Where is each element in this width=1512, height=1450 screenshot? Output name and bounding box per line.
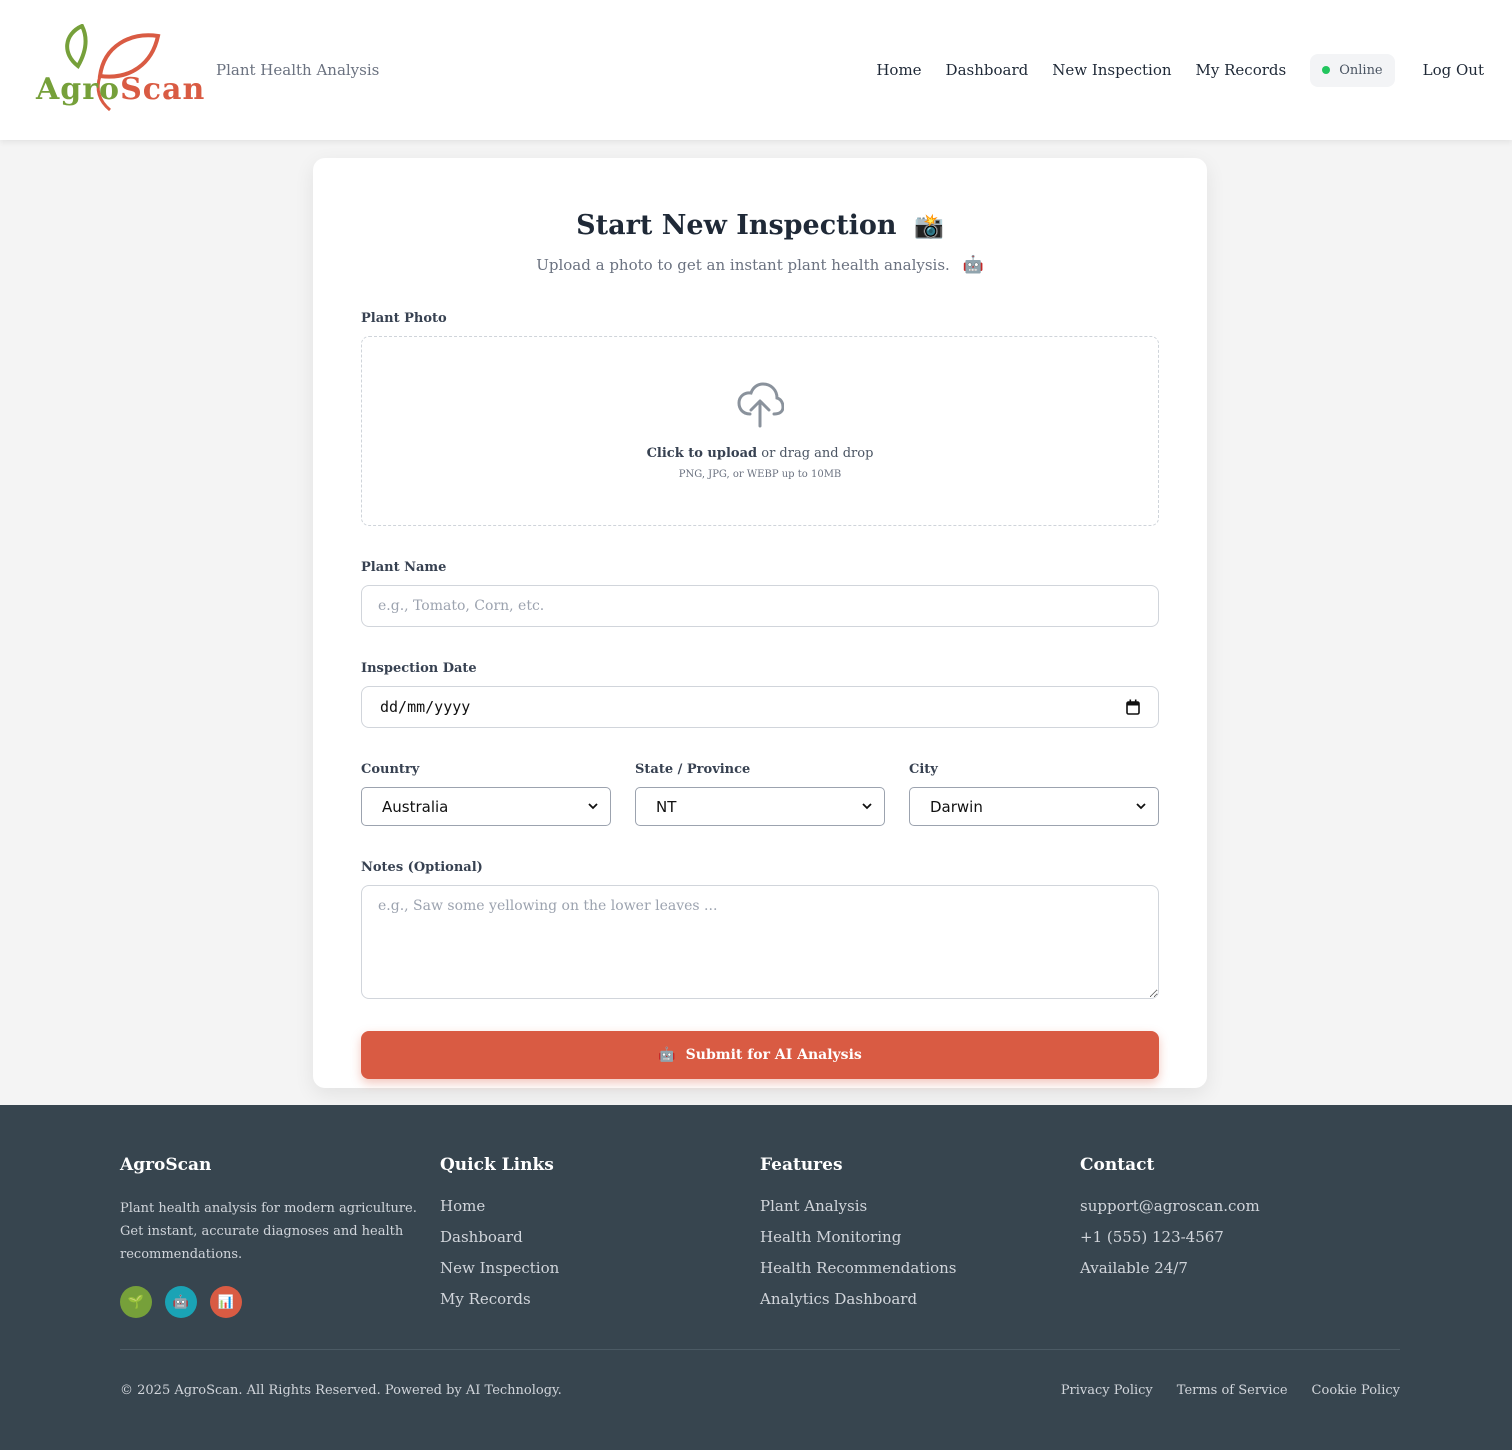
footer-link-home[interactable]: Home: [440, 1197, 760, 1215]
nav-new-inspection[interactable]: New Inspection: [1052, 61, 1171, 79]
state-value: NT: [656, 797, 677, 816]
footer-description: Plant health analysis for modern agricul…: [120, 1201, 417, 1262]
inspection-date-label: Inspection Date: [361, 661, 477, 676]
submit-label: Submit for AI Analysis: [685, 1047, 862, 1063]
calendar-icon[interactable]: [1126, 699, 1140, 715]
cookie-policy-link[interactable]: Cookie Policy: [1312, 1383, 1400, 1398]
page-subtitle-text: Upload a photo to get an instant plant h…: [536, 256, 950, 274]
site-header: AgroScan Plant Health Analysis Home Dash…: [0, 0, 1512, 140]
robot-icon: 🤖: [962, 255, 984, 275]
camera-flash-icon: 📸: [913, 212, 944, 240]
quick-links-title: Quick Links: [440, 1155, 554, 1175]
online-status-badge: Online: [1310, 53, 1395, 87]
status-dot-icon: [1322, 66, 1331, 74]
footer-contact: Contact support@agroscan.com +1 (555) 12…: [1080, 1155, 1400, 1321]
page-title-text: Start New Inspection: [576, 210, 897, 241]
country-select[interactable]: Australia: [361, 787, 611, 826]
contact-availability: Available 24/7: [1080, 1259, 1188, 1277]
click-to-upload-text[interactable]: Click to upload: [647, 446, 758, 461]
upload-instruction: Click to upload or drag and drop: [647, 446, 874, 461]
footer-link-dashboard[interactable]: Dashboard: [440, 1228, 760, 1246]
plant-photo-label: Plant Photo: [361, 311, 447, 326]
footer-quick-links: Quick Links Home Dashboard New Inspectio…: [440, 1155, 760, 1321]
legal-links: Privacy Policy Terms of Service Cookie P…: [1061, 1383, 1400, 1398]
inspection-form-card: Start New Inspection 📸 Upload a photo to…: [313, 158, 1207, 1088]
privacy-policy-link[interactable]: Privacy Policy: [1061, 1383, 1153, 1398]
terms-of-service-link[interactable]: Terms of Service: [1177, 1383, 1288, 1398]
chevron-down-icon: [862, 803, 872, 810]
submit-analysis-button[interactable]: 🤖 Submit for AI Analysis: [361, 1031, 1159, 1079]
contact-title: Contact: [1080, 1155, 1155, 1175]
footer-feature-health-monitoring[interactable]: Health Monitoring: [760, 1228, 1080, 1246]
state-label: State / Province: [635, 762, 751, 777]
cloud-upload-icon: [737, 382, 784, 428]
upload-file-hint: PNG, JPG, or WEBP up to 10MB: [678, 469, 842, 480]
copyright-text: © 2025 AgroScan. All Rights Reserved. Po…: [120, 1383, 562, 1398]
city-value: Darwin: [930, 797, 983, 816]
footer-link-my-records[interactable]: My Records: [440, 1290, 760, 1308]
photo-upload-dropzone[interactable]: Click to upload or drag and drop PNG, JP…: [361, 336, 1159, 526]
bar-chart-icon: 📊: [210, 1286, 242, 1318]
plant-name-label: Plant Name: [361, 560, 447, 575]
brand-name-scan: Scan: [120, 72, 206, 107]
brand-name-agro: Agro: [36, 72, 121, 107]
brand-tagline: Plant Health Analysis: [216, 61, 380, 79]
robot-icon: 🤖: [658, 1047, 676, 1063]
page-subtitle: Upload a photo to get an instant plant h…: [361, 255, 1159, 275]
footer-divider: [120, 1349, 1400, 1350]
main-content: Start New Inspection 📸 Upload a photo to…: [0, 140, 1512, 1105]
site-footer: AgroScan Plant health analysis for moder…: [0, 1105, 1512, 1450]
page-title: Start New Inspection 📸: [361, 210, 1159, 241]
nav-home[interactable]: Home: [876, 61, 921, 79]
footer-feature-analytics-dashboard[interactable]: Analytics Dashboard: [760, 1290, 1080, 1308]
country-label: Country: [361, 762, 420, 777]
footer-about: AgroScan Plant health analysis for moder…: [120, 1155, 440, 1321]
date-value: dd/mm/yyyy: [380, 698, 471, 716]
notes-textarea[interactable]: [361, 885, 1159, 999]
chevron-down-icon: [1136, 803, 1146, 810]
state-select[interactable]: NT: [635, 787, 885, 826]
seedling-icon: 🌱: [120, 1286, 152, 1318]
footer-feature-plant-analysis[interactable]: Plant Analysis: [760, 1197, 1080, 1215]
footer-brand: AgroScan: [120, 1155, 212, 1175]
logout-link[interactable]: Log Out: [1423, 61, 1484, 79]
footer-feature-health-recommendations[interactable]: Health Recommendations: [760, 1259, 1080, 1277]
status-text: Online: [1339, 62, 1383, 78]
robot-icon: 🤖: [165, 1286, 197, 1318]
contact-email[interactable]: support@agroscan.com: [1080, 1197, 1400, 1215]
footer-link-new-inspection[interactable]: New Inspection: [440, 1259, 760, 1277]
nav-dashboard[interactable]: Dashboard: [946, 61, 1029, 79]
nav-my-records[interactable]: My Records: [1196, 61, 1287, 79]
features-title: Features: [760, 1155, 843, 1175]
drag-drop-text: or drag and drop: [757, 446, 874, 461]
plant-name-input[interactable]: [361, 585, 1159, 627]
inspection-date-input[interactable]: dd/mm/yyyy: [361, 686, 1159, 728]
country-value: Australia: [382, 797, 449, 816]
footer-bottom: © 2025 AgroScan. All Rights Reserved. Po…: [120, 1383, 1400, 1398]
footer-features: Features Plant Analysis Health Monitorin…: [760, 1155, 1080, 1321]
footer-badges: 🌱 🤖 📊: [120, 1286, 440, 1318]
chevron-down-icon: [588, 803, 598, 810]
main-nav: Home Dashboard New Inspection My Records…: [852, 53, 1484, 87]
brand-logo[interactable]: AgroScan: [34, 24, 204, 116]
city-label: City: [909, 762, 938, 777]
city-select[interactable]: Darwin: [909, 787, 1159, 826]
contact-phone[interactable]: +1 (555) 123-4567: [1080, 1228, 1400, 1246]
notes-label: Notes (Optional): [361, 860, 483, 875]
